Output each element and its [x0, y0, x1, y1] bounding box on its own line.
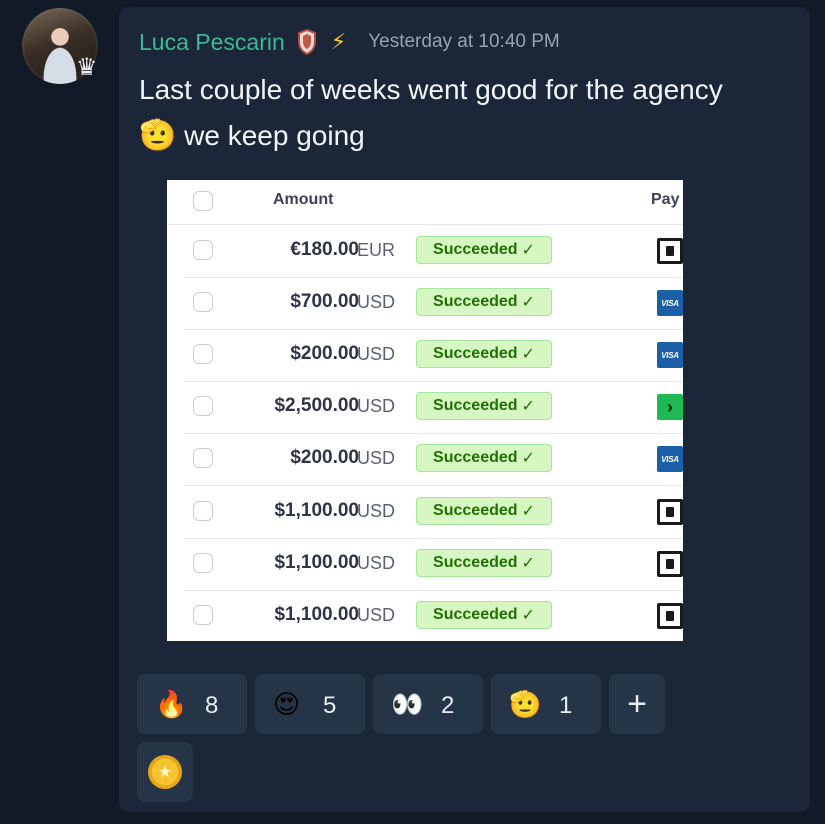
- reaction-count: 8: [205, 692, 219, 719]
- reaction-eyes[interactable]: 👀 2: [373, 674, 483, 734]
- heart-eyes-icon: 😍: [273, 689, 301, 719]
- reaction-count: 1: [559, 692, 573, 719]
- username[interactable]: Luca Pescarin: [139, 29, 285, 56]
- card-icon: [657, 602, 683, 629]
- row-checkbox[interactable]: [193, 448, 213, 469]
- currency-cell: USD: [357, 448, 396, 469]
- status-label: Succeeded: [433, 501, 518, 519]
- table-row[interactable]: $700.00 USD Succeeded ✓ VISA: [185, 277, 683, 331]
- coin-icon: ★: [148, 755, 182, 789]
- coin-reaction-button[interactable]: ★: [137, 742, 193, 802]
- amount-cell: $1,100.00: [274, 499, 359, 521]
- status-label: Succeeded: [433, 397, 518, 415]
- status-label: Succeeded: [433, 605, 518, 623]
- payment-header: Pay: [651, 191, 680, 208]
- salute-icon: 🫡: [509, 689, 542, 719]
- status-badge: Succeeded ✓: [416, 288, 552, 317]
- lightning-icon: ⚡: [330, 29, 347, 54]
- amount-cell: $200.00: [290, 343, 359, 365]
- status-label: Succeeded: [433, 449, 518, 467]
- row-checkbox[interactable]: [193, 500, 213, 521]
- table-header: Amount Pay: [167, 180, 683, 225]
- row-checkbox[interactable]: [193, 344, 213, 365]
- status-badge: Succeeded ✓: [416, 444, 552, 473]
- currency-cell: USD: [357, 552, 396, 573]
- status-badge: Succeeded ✓: [416, 600, 552, 629]
- check-icon: ✓: [521, 242, 535, 259]
- select-all-checkbox: [193, 191, 213, 211]
- table-row[interactable]: $1,100.00 USD Succeeded ✓: [185, 486, 683, 539]
- table-row[interactable]: $200.00 USD Succeeded ✓ VISA: [185, 329, 683, 383]
- check-icon: ✓: [521, 346, 535, 364]
- plus-icon: +: [627, 684, 647, 723]
- check-icon: ✓: [521, 450, 535, 468]
- visa-icon: VISA: [657, 446, 683, 473]
- check-icon: ✓: [521, 554, 535, 572]
- table-row[interactable]: $2,500.00 USD Succeeded ✓ ›: [185, 381, 683, 435]
- amount-cell: $1,100.00: [274, 603, 359, 625]
- amount-header: Amount: [273, 191, 334, 208]
- reaction-heart-eyes[interactable]: 😍 5: [255, 674, 365, 734]
- row-checkbox[interactable]: [193, 552, 213, 573]
- message-text-after: we keep going: [176, 120, 365, 151]
- status-badge: Succeeded ✓: [416, 392, 552, 421]
- status-label: Succeeded: [433, 345, 518, 363]
- currency-cell: USD: [357, 344, 396, 365]
- shield-badge-icon: [297, 29, 317, 55]
- amount-cell: $2,500.00: [274, 395, 359, 417]
- add-reaction-button[interactable]: +: [609, 674, 665, 734]
- salute-emoji-icon: 🫡: [139, 119, 177, 152]
- crown-icon: ♛: [76, 54, 98, 81]
- card-icon: [657, 498, 683, 525]
- amount-cell: $1,100.00: [274, 551, 359, 573]
- amount-cell: €180.00: [290, 239, 359, 260]
- fire-icon: 🔥: [155, 689, 188, 719]
- row-checkbox[interactable]: [193, 604, 213, 625]
- card-icon: [657, 550, 683, 577]
- reaction-count: 5: [323, 692, 337, 719]
- message-text: Last couple of weeks went good for the a…: [139, 67, 759, 159]
- eyes-icon: 👀: [391, 689, 424, 719]
- row-checkbox[interactable]: [193, 292, 213, 313]
- visa-icon: VISA: [657, 342, 683, 369]
- table-row[interactable]: $200.00 USD Succeeded ✓ VISA: [185, 433, 683, 487]
- check-icon: ✓: [521, 606, 535, 624]
- currency-cell: USD: [357, 500, 396, 521]
- status-badge: Succeeded ✓: [416, 496, 552, 525]
- status-label: Succeeded: [433, 241, 518, 258]
- table-row[interactable]: $1,100.00 USD Succeeded ✓: [185, 590, 683, 641]
- card-icon: [657, 238, 683, 264]
- visa-icon: VISA: [657, 290, 683, 317]
- check-icon: ✓: [521, 502, 535, 520]
- message-text-before: Last couple of weeks went good for the a…: [139, 74, 723, 105]
- status-label: Succeeded: [433, 293, 518, 311]
- reaction-count: 2: [441, 692, 455, 719]
- currency-cell: USD: [357, 604, 396, 625]
- timestamp: Yesterday at 10:40 PM: [368, 31, 560, 52]
- currency-cell: USD: [357, 292, 396, 313]
- message-header: Luca Pescarin ⚡ Yesterday at 10:40 PM: [139, 25, 560, 59]
- status-badge: Succeeded ✓: [416, 236, 552, 264]
- check-icon: ✓: [521, 398, 535, 416]
- table-row[interactable]: €180.00 EUR Succeeded ✓: [185, 225, 683, 278]
- check-icon: ✓: [521, 294, 535, 312]
- amount-cell: $700.00: [290, 291, 359, 313]
- table-row[interactable]: $1,100.00 USD Succeeded ✓: [185, 538, 683, 591]
- currency-cell: USD: [357, 396, 396, 417]
- reaction-fire[interactable]: 🔥 8: [137, 674, 247, 734]
- link-icon: ›: [657, 394, 683, 421]
- status-badge: Succeeded ✓: [416, 340, 552, 369]
- row-checkbox[interactable]: [193, 240, 213, 260]
- status-badge: Succeeded ✓: [416, 548, 552, 577]
- amount-cell: $200.00: [290, 447, 359, 469]
- message-card: Luca Pescarin ⚡ Yesterday at 10:40 PM La…: [119, 7, 810, 812]
- row-checkbox[interactable]: [193, 396, 213, 417]
- reaction-salute[interactable]: 🫡 1: [491, 674, 601, 734]
- status-label: Succeeded: [433, 553, 518, 571]
- payments-screenshot[interactable]: Amount Pay €180.00 EUR Succeeded ✓ $700.00 US…: [167, 180, 683, 641]
- currency-cell: EUR: [357, 240, 396, 260]
